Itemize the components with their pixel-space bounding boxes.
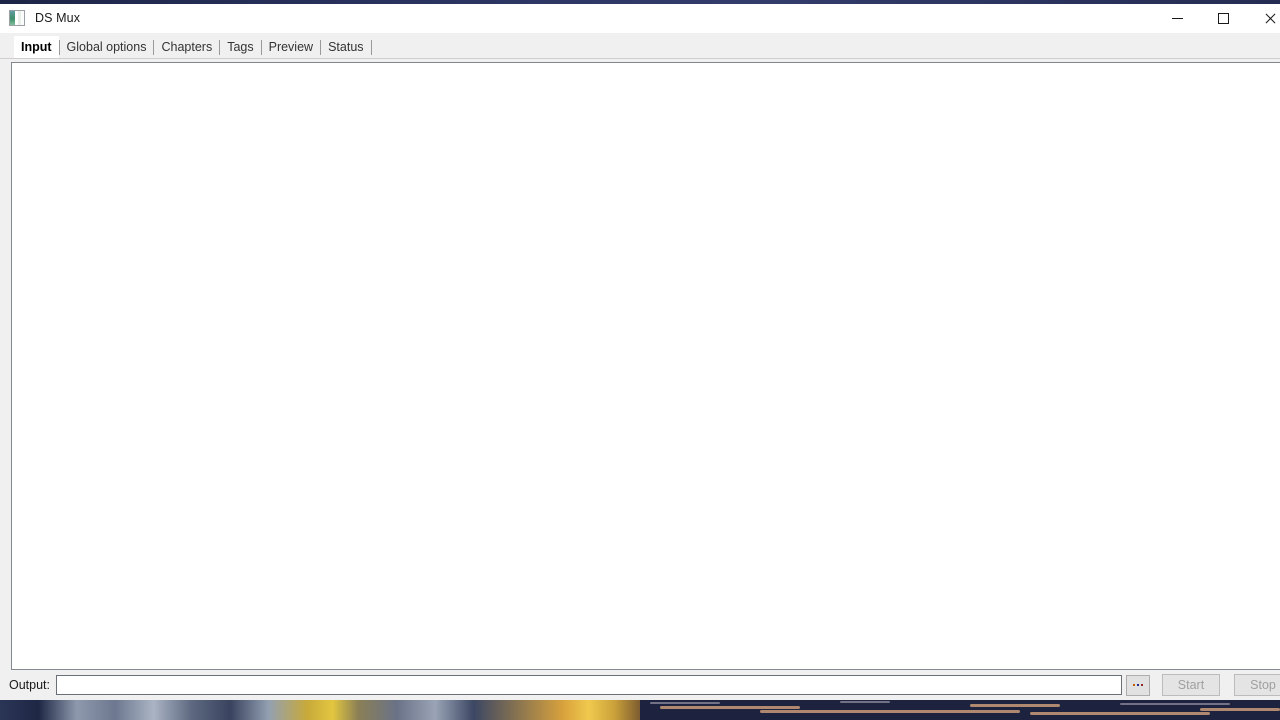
maximize-button[interactable]	[1200, 4, 1246, 32]
input-file-list-panel[interactable]	[11, 62, 1280, 670]
tab-chapters[interactable]: Chapters	[154, 36, 219, 58]
tab-input[interactable]: Input	[14, 36, 59, 58]
output-label: Output:	[9, 678, 50, 692]
tab-bar: InputGlobal optionsChaptersTagsPreviewSt…	[0, 33, 1280, 59]
tab-global-options[interactable]: Global options	[60, 36, 154, 58]
output-bar: Output: Start Stop	[0, 670, 1280, 700]
screen: DS Mux InputGlobal optionsChaptersTagsPr…	[0, 0, 1280, 720]
tab-list: InputGlobal optionsChaptersTagsPreviewSt…	[14, 36, 372, 58]
ellipsis-icon	[1133, 684, 1135, 686]
tab-separator	[371, 40, 372, 55]
minimize-button[interactable]	[1154, 4, 1200, 32]
title-bar[interactable]: DS Mux	[0, 4, 1280, 33]
stop-button[interactable]: Stop	[1234, 674, 1280, 696]
maximize-icon	[1218, 13, 1229, 24]
output-path-input[interactable]	[56, 675, 1122, 695]
close-icon	[1264, 13, 1275, 24]
minimize-icon	[1172, 18, 1183, 19]
window-title: DS Mux	[35, 11, 80, 25]
tab-status[interactable]: Status	[321, 36, 370, 58]
tab-tags[interactable]: Tags	[220, 36, 260, 58]
app-window-icon	[9, 10, 25, 26]
browse-output-button[interactable]	[1126, 675, 1150, 696]
start-button[interactable]: Start	[1162, 674, 1220, 696]
tab-preview[interactable]: Preview	[262, 36, 320, 58]
window-controls	[1154, 4, 1280, 32]
close-button[interactable]	[1246, 4, 1280, 32]
content-area	[0, 59, 1280, 670]
application-window: DS Mux InputGlobal optionsChaptersTagsPr…	[0, 4, 1280, 700]
